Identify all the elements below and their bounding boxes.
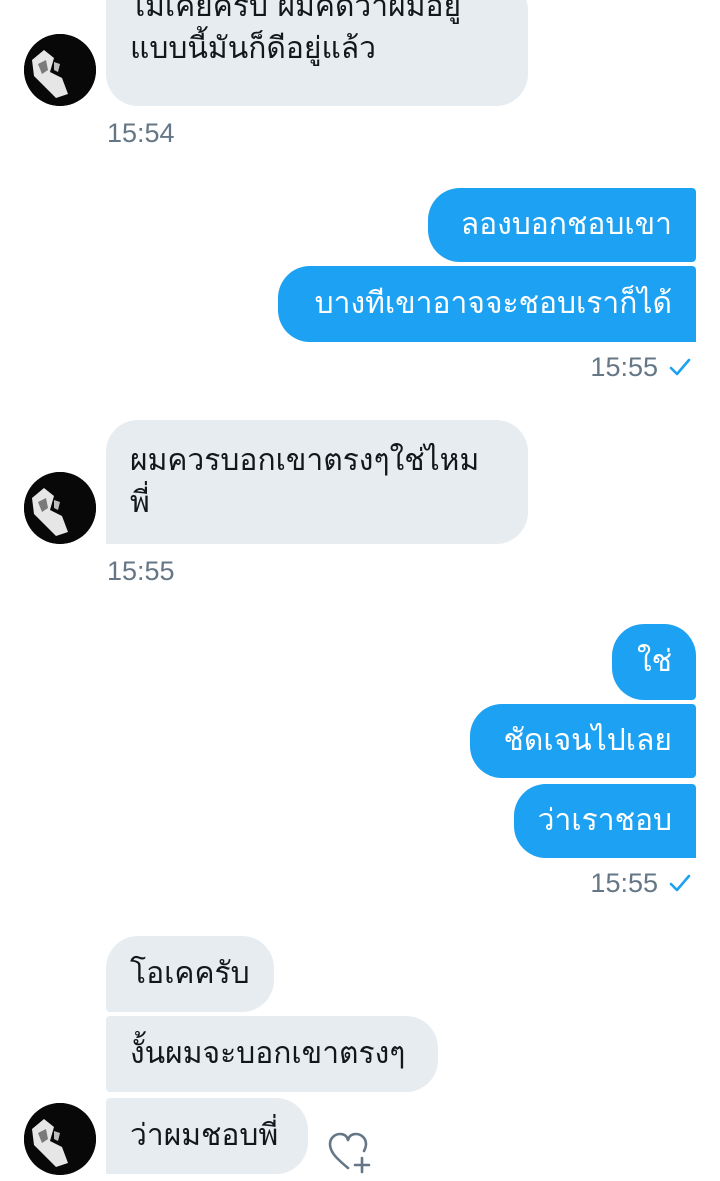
message-bubble-outgoing[interactable]: ใช่ — [612, 624, 696, 700]
message-text: ใช่ — [636, 644, 672, 679]
message-line: ผมควรบอกเขาตรงๆใช่ไหม — [130, 443, 480, 478]
timestamp-read: 15:55 — [590, 868, 692, 898]
avatar[interactable] — [24, 1103, 96, 1175]
check-icon — [669, 358, 691, 376]
message-text: ลองบอกชอบเขา — [460, 207, 672, 242]
message-bubble-incoming[interactable]: ผมควรบอกเขาตรงๆใช่ไหม พี่ — [106, 420, 528, 544]
message-bubble-outgoing[interactable]: ว่าเราชอบ — [514, 784, 696, 858]
message-bubble-outgoing[interactable]: ชัดเจนไปเลย — [470, 704, 696, 778]
message-line: พี่ — [130, 485, 150, 520]
message-bubble-outgoing[interactable]: ลองบอกชอบเขา — [428, 188, 696, 262]
message-text: บางทีเขาอาจจะชอบเราก็ได้ — [314, 286, 672, 321]
timestamp-read: 15:55 — [590, 352, 692, 382]
timestamp: 15:54 — [107, 118, 175, 148]
message-text: งั้นผมจะบอกเขาตรงๆ — [130, 1036, 406, 1071]
message-bubble-incoming[interactable]: ไม่เคยครับ ผมคิดว่าผมอยู่ แบบนี้มันก็ดีอ… — [106, 0, 528, 106]
timestamp: 15:55 — [590, 352, 658, 382]
message-bubble-incoming[interactable]: โอเคครับ — [106, 936, 274, 1012]
check-icon — [669, 874, 691, 892]
message-bubble-outgoing[interactable]: บางทีเขาอาจจะชอบเราก็ได้ — [278, 266, 696, 342]
timestamp: 15:55 — [107, 556, 175, 586]
avatar[interactable] — [24, 34, 96, 106]
message-line: แบบนี้มันก็ดีอยู่แล้ว — [130, 31, 377, 66]
message-line: ไม่เคยครับ ผมคิดว่าผมอยู่ — [130, 0, 462, 24]
heart-plus-icon[interactable] — [326, 1128, 374, 1174]
message-bubble-incoming[interactable]: ว่าผมชอบพี่ — [106, 1098, 308, 1174]
message-bubble-incoming[interactable]: งั้นผมจะบอกเขาตรงๆ — [106, 1016, 438, 1092]
message-text: ว่าผมชอบพี่ — [130, 1118, 279, 1153]
message-text: ชัดเจนไปเลย — [503, 723, 672, 758]
message-text: โอเคครับ — [130, 956, 250, 991]
message-text: ว่าเราชอบ — [537, 803, 672, 838]
timestamp: 15:55 — [590, 868, 658, 898]
avatar[interactable] — [24, 472, 96, 544]
